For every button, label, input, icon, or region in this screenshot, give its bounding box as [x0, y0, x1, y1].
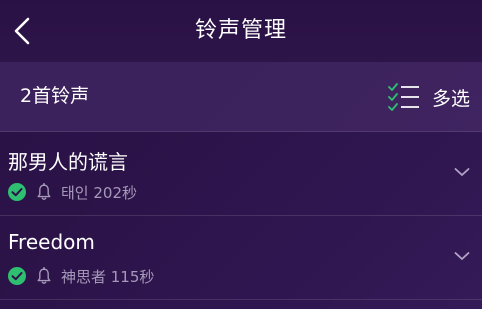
- multi-select-button[interactable]: 多选: [388, 80, 470, 114]
- ringtone-row[interactable]: 那男人的谎言 태인 202秒: [0, 132, 482, 216]
- check-circle-icon: [8, 267, 26, 285]
- top-bar: 铃声管理: [0, 0, 482, 62]
- ringtone-summary-bar: 2首铃声 多选: [0, 62, 482, 132]
- page-title: 铃声管理: [194, 18, 287, 43]
- ringtone-meta: 태인 202秒: [8, 182, 137, 202]
- bell-icon: [37, 183, 51, 200]
- chevron-down-icon[interactable]: [454, 166, 470, 178]
- multi-select-label: 多选: [431, 87, 470, 110]
- ringtone-row[interactable]: Freedom 神思者 115秒: [0, 216, 482, 300]
- ringtone-meta: 神思者 115秒: [8, 266, 154, 286]
- ringtone-list: 那男人的谎言 태인 202秒 Freedom 神思者 115秒: [0, 132, 482, 300]
- ringtone-artist-duration: 태인 202秒: [61, 183, 137, 202]
- bell-icon: [37, 267, 51, 284]
- ringtone-title: Freedom: [8, 230, 95, 254]
- ringtone-artist-duration: 神思者 115秒: [61, 267, 155, 286]
- chevron-down-icon[interactable]: [454, 250, 470, 262]
- checklist-icon: [388, 83, 419, 111]
- ringtone-title: 那男人的谎言: [8, 150, 128, 174]
- check-circle-icon: [8, 183, 26, 201]
- ringtone-count: 2首铃声: [20, 85, 90, 107]
